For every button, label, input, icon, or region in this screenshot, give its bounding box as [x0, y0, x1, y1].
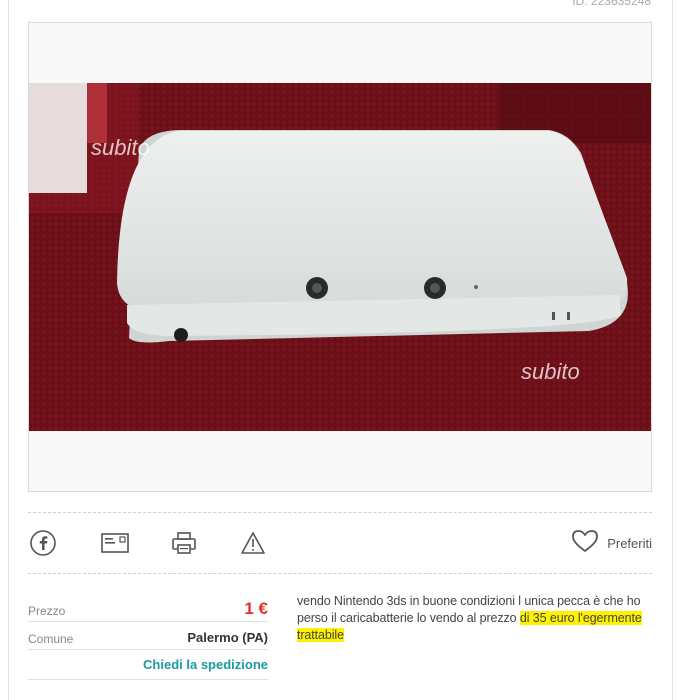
print-icon[interactable] — [169, 528, 199, 558]
watermark-bottom: subito — [521, 359, 580, 384]
ad-id: ID: 223635248 — [572, 0, 651, 8]
watermark-top: subito — [91, 135, 150, 160]
favorite-label: Preferiti — [607, 535, 652, 551]
email-icon[interactable] — [100, 528, 130, 558]
facebook-icon[interactable] — [28, 528, 58, 558]
city-row: Comune Palermo (PA) — [28, 622, 268, 650]
heart-icon — [571, 528, 599, 559]
city-label: Comune — [28, 632, 74, 646]
listing-details: Prezzo 1 € Comune Palermo (PA) Chiedi la… — [28, 594, 268, 680]
photo-image: subito subito — [29, 83, 651, 431]
price-row: Prezzo 1 € — [28, 594, 268, 622]
divider-bottom — [28, 573, 652, 574]
favorite-button[interactable]: Preferiti — [571, 528, 652, 558]
shipping-row: Chiedi la spedizione — [28, 650, 268, 680]
warning-icon[interactable] — [238, 528, 268, 558]
price-value: 1 € — [244, 599, 268, 618]
city-value: Palermo (PA) — [187, 630, 268, 645]
price-label: Prezzo — [28, 604, 66, 618]
page-border-right — [672, 0, 673, 700]
divider-top — [28, 512, 652, 513]
photo-gallery[interactable]: subito subito — [28, 22, 652, 492]
action-bar: Preferiti — [28, 520, 652, 564]
shipping-link[interactable]: Chiedi la spedizione — [143, 657, 268, 672]
listing-description: vendo Nintendo 3ds in buone condizioni l… — [297, 593, 657, 644]
listing-photo[interactable]: subito subito — [29, 83, 651, 431]
page-border-left — [8, 0, 9, 700]
